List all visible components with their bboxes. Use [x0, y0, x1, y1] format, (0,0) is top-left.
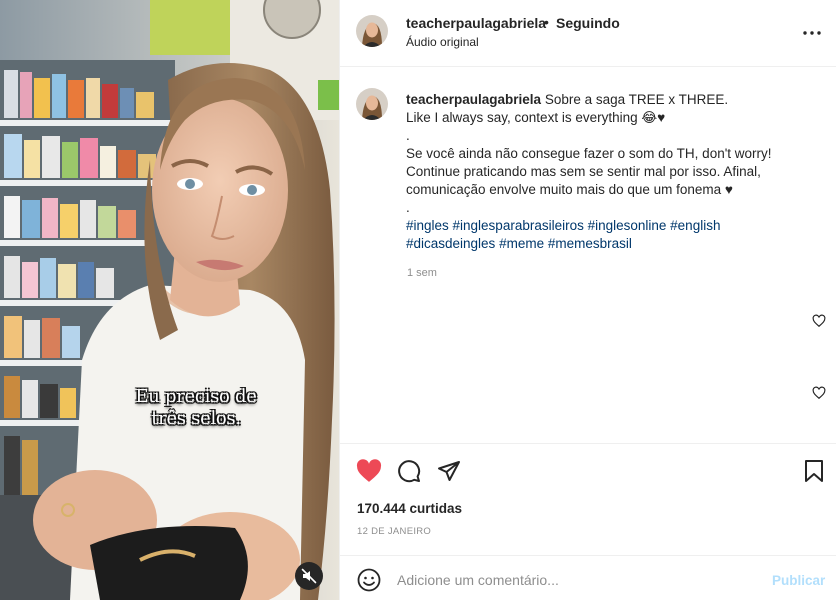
comments-section: teacherpaulagabriela Sobre a saga TREE x… [340, 68, 836, 443]
publish-button[interactable]: Publicar [772, 573, 825, 588]
post-date[interactable]: 12 DE JANEIRO [357, 526, 431, 537]
author-username[interactable]: teacherpaulagabriela [406, 15, 546, 31]
separator-dot: • [544, 14, 549, 30]
video-subtitle: Eu preciso de três selos. [112, 386, 280, 430]
add-comment-bar: Publicar [340, 555, 836, 600]
caption-timestamp[interactable]: 1 sem [407, 267, 437, 279]
likes-count[interactable]: 170.444 curtidas [357, 501, 462, 516]
more-options-button[interactable] [801, 22, 823, 44]
heart-outline-icon [812, 314, 826, 328]
comment-like-button[interactable] [812, 386, 826, 400]
following-button[interactable]: Seguindo [556, 15, 620, 31]
heart-filled-icon [356, 459, 382, 482]
caption-line-4: Continue praticando mas sem se sentir ma… [406, 164, 761, 179]
post-panel: teacherpaulagabriela • Seguindo Áudio or… [339, 0, 836, 600]
caption-line-5: comunicação envolve muito mais do que um… [406, 182, 733, 197]
caption-avatar[interactable] [356, 88, 388, 120]
caption-username[interactable]: teacherpaulagabriela [406, 92, 541, 107]
caption-line-3: Se você ainda não consegue fazer o som d… [406, 146, 772, 161]
speaker-muted-icon [301, 568, 317, 584]
save-button[interactable] [801, 458, 827, 484]
comment-input[interactable] [397, 566, 757, 594]
more-options-icon [803, 31, 821, 35]
comment-button[interactable] [396, 458, 422, 484]
comment-like-button[interactable] [812, 314, 826, 328]
heart-outline-icon [812, 386, 826, 400]
hashtags-line-2[interactable]: #dicasdeingles #meme #memesbrasil [406, 235, 826, 253]
share-button[interactable] [436, 458, 462, 484]
subtitle-line-2: três selos. [151, 408, 241, 429]
avatar-image [356, 88, 388, 120]
avatar-image [356, 15, 388, 47]
like-button[interactable] [356, 458, 382, 484]
caption-separator-1: . [406, 128, 410, 143]
post-actions: 170.444 curtidas 12 DE JANEIRO [340, 443, 836, 555]
paper-plane-icon [438, 461, 460, 481]
emoji-button[interactable] [357, 568, 381, 592]
caption-line-2: Like I always say, context is everything… [406, 110, 666, 125]
comment-icon [398, 460, 421, 483]
subtitle-line-1: Eu preciso de [135, 386, 257, 407]
bookmark-icon [805, 460, 823, 482]
audio-link[interactable]: Áudio original [406, 35, 479, 49]
video-frame [0, 0, 339, 600]
post-header: teacherpaulagabriela • Seguindo Áudio or… [340, 0, 836, 67]
smiley-icon [357, 568, 381, 592]
video-player[interactable]: Eu preciso de três selos. [0, 0, 339, 600]
caption-line-1: Sobre a saga TREE x THREE. [544, 92, 729, 107]
mute-button[interactable] [295, 562, 323, 590]
post-caption: teacherpaulagabriela Sobre a saga TREE x… [406, 91, 826, 253]
author-avatar[interactable] [356, 15, 388, 47]
caption-separator-2: . [406, 200, 410, 215]
hashtags-line-1[interactable]: #ingles #inglesparabrasileiros #ingleson… [406, 217, 826, 235]
